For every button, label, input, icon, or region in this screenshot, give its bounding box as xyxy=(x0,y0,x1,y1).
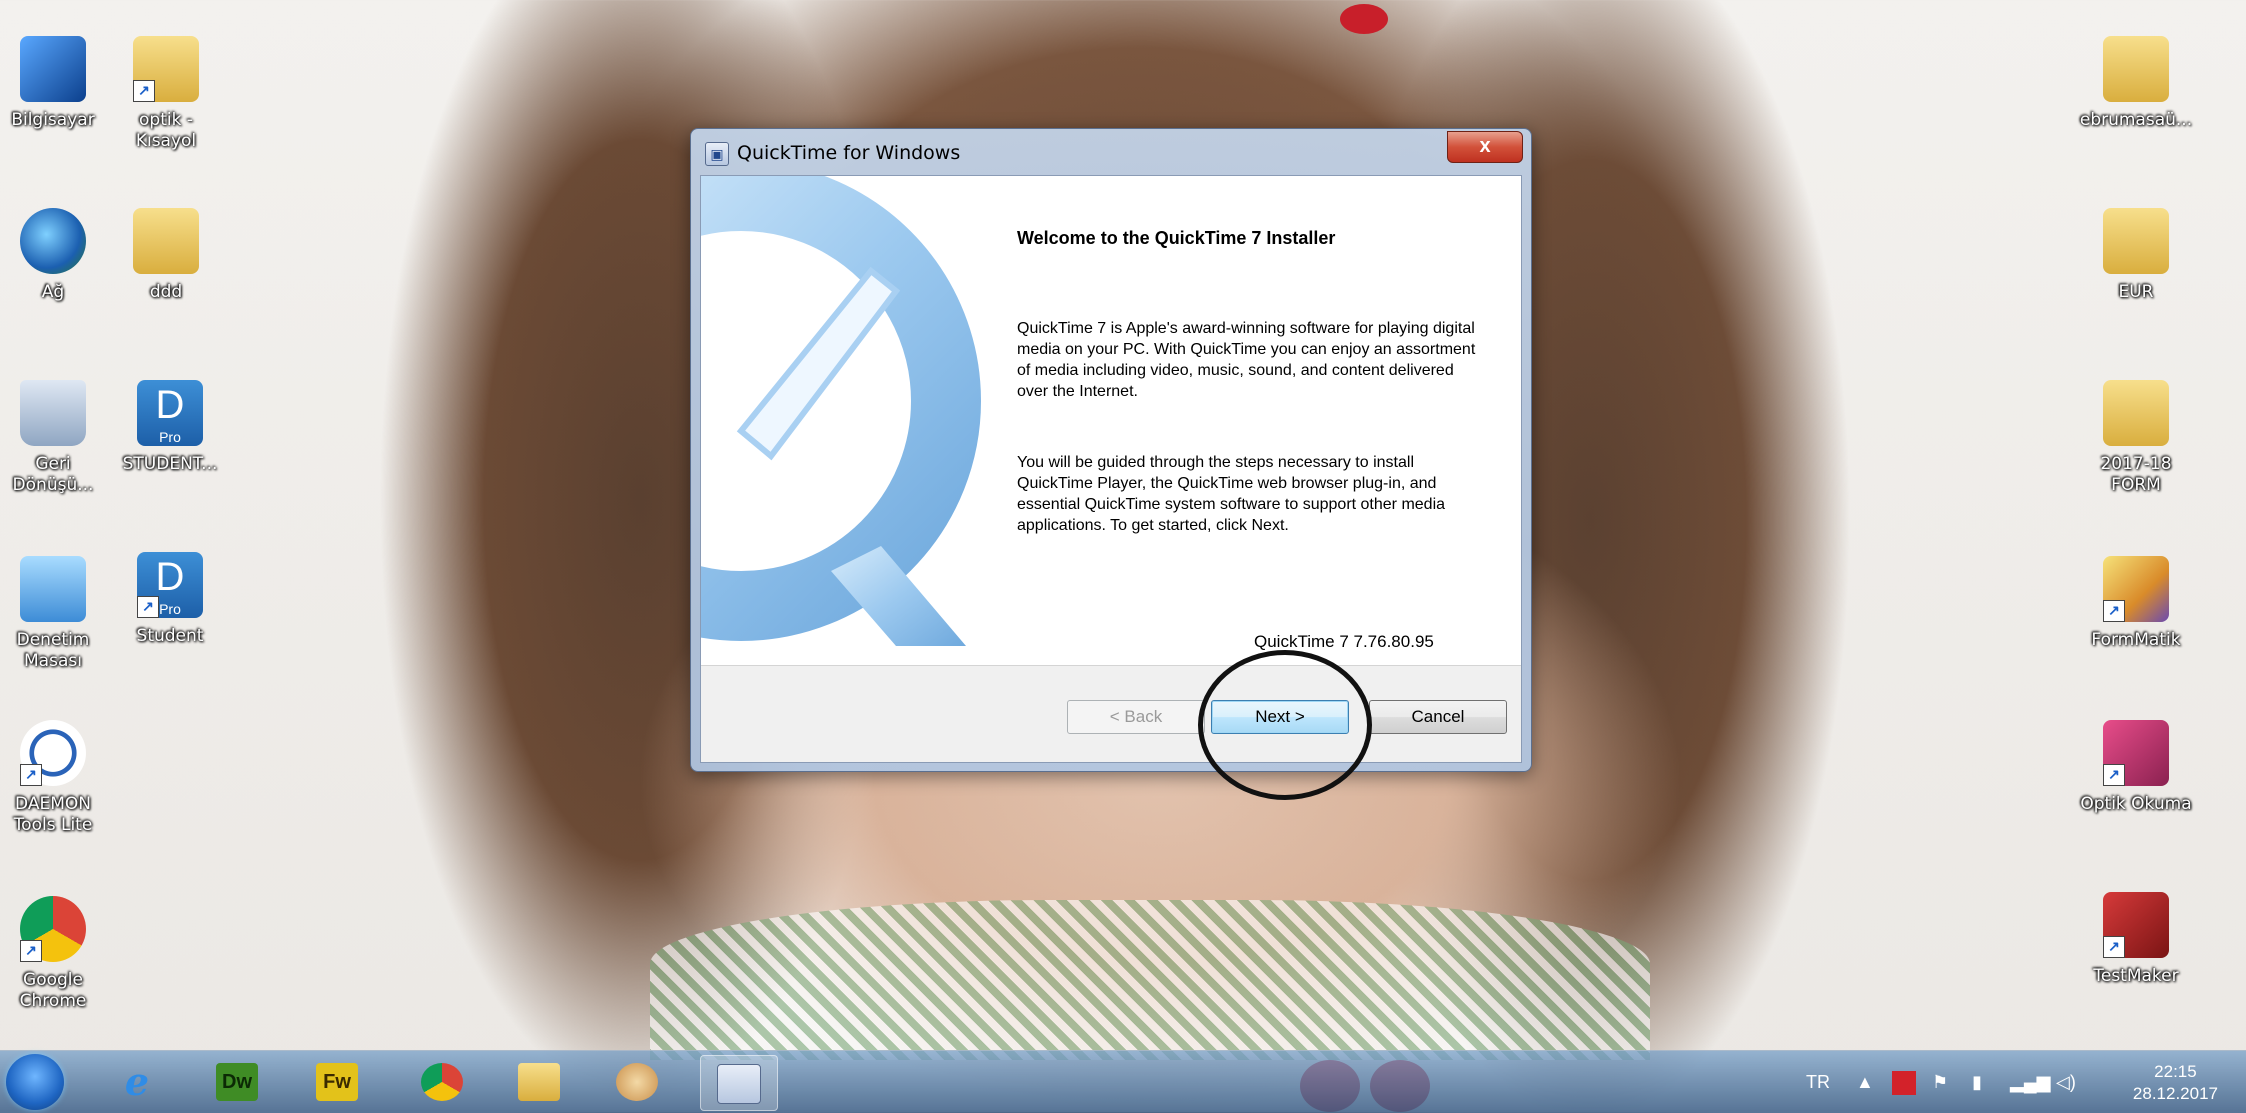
clock-time: 22:15 xyxy=(2154,1062,2197,1081)
action-center-icon[interactable]: ⚑ xyxy=(1932,1051,1948,1113)
power-icon[interactable]: ▮ xyxy=(1972,1051,1982,1113)
chrome-icon: ↗ xyxy=(20,896,86,962)
desktop-icon-control-panel[interactable]: Denetim Masası xyxy=(0,556,113,672)
desktop-icon-network[interactable]: Ağ xyxy=(0,208,113,303)
desktop-icon-recycle-bin[interactable]: Geri Dönüşü... xyxy=(0,380,113,496)
desktop-icon-student[interactable]: D Pro ↗ Student xyxy=(110,552,230,647)
taskbar-dreamweaver[interactable]: Dw xyxy=(200,1055,276,1109)
shortcut-arrow-icon: ↗ xyxy=(20,764,42,786)
desktop-icon-student-pro[interactable]: D Pro STUDENT... xyxy=(110,380,230,475)
back-button[interactable]: < Back xyxy=(1067,700,1205,734)
cancel-button[interactable]: Cancel xyxy=(1369,700,1507,734)
desktop-icon-2017-18-form[interactable]: 2017-18 FORM xyxy=(2076,380,2196,496)
network-icon xyxy=(20,208,86,274)
antivirus-icon[interactable] xyxy=(1892,1051,1916,1113)
lightning-icon: ↗ xyxy=(20,720,86,786)
language-indicator[interactable]: TR xyxy=(1806,1051,1830,1113)
installer-content: Welcome to the QuickTime 7 Installer Qui… xyxy=(700,175,1522,763)
button-bar: < Back Next > Cancel xyxy=(701,665,1521,762)
installer-description: QuickTime 7 is Apple's award-winning sof… xyxy=(1017,320,1476,400)
taskbar-file-explorer[interactable] xyxy=(502,1055,578,1109)
folder-icon xyxy=(2103,208,2169,274)
desktop-icon-google-chrome[interactable]: ↗ Google Chrome xyxy=(0,896,113,1012)
paint-palette-icon xyxy=(616,1063,658,1101)
testmaker-icon: ↗ xyxy=(2103,892,2169,958)
network-signal-icon[interactable]: ▂▄▆ xyxy=(2010,1051,2050,1113)
folder-icon xyxy=(518,1063,560,1101)
taskbar-paint[interactable] xyxy=(600,1055,676,1109)
shortcut-arrow-icon: ↗ xyxy=(137,596,159,618)
shortcut-arrow-icon: ↗ xyxy=(2103,764,2125,786)
desktop-icon-ddd[interactable]: ddd xyxy=(106,208,226,303)
desktop-icon-optik-shortcut[interactable]: ↗ optik - Kısayol xyxy=(106,36,226,152)
desktop-icon-eur[interactable]: EUR xyxy=(2076,208,2196,303)
installer-instructions: You will be guided through the steps nec… xyxy=(1017,454,1446,534)
desktop-icon-testmaker[interactable]: ↗ TestMaker xyxy=(2076,892,2196,987)
recycle-bin-icon xyxy=(20,380,86,446)
formmatik-icon: ↗ xyxy=(2103,556,2169,622)
dyknow-pro-icon: D Pro ↗ xyxy=(137,552,203,618)
installer-icon xyxy=(717,1064,761,1104)
clock[interactable]: 22:15 28.12.2017 xyxy=(2133,1061,2218,1105)
shortcut-arrow-icon: ↗ xyxy=(133,80,155,102)
taskbar-quicktime-installer[interactable] xyxy=(700,1055,778,1111)
window-titlebar[interactable]: ▣ QuickTime for Windows x xyxy=(691,129,1531,175)
installer-heading: Welcome to the QuickTime 7 Installer xyxy=(1017,228,1336,248)
taskbar-internet-explorer[interactable]: e xyxy=(100,1055,176,1109)
quicktime-logo-icon xyxy=(701,176,981,646)
desktop-icon-optik-okuma[interactable]: ↗ Optik Okuma xyxy=(2076,720,2196,815)
dyknow-pro-icon: D Pro xyxy=(137,380,203,446)
wallpaper-hair-bow xyxy=(1340,4,1388,34)
version-label: QuickTime 7 7.76.80.95 xyxy=(1254,632,1434,651)
taskbar-chrome[interactable] xyxy=(405,1055,481,1109)
folder-icon xyxy=(2103,36,2169,102)
desktop-icon-computer[interactable]: Bilgisayar xyxy=(0,36,113,131)
volume-icon[interactable]: ◁) xyxy=(2056,1051,2076,1113)
internet-explorer-icon: e xyxy=(124,1059,150,1104)
taskbar-fireworks[interactable]: Fw xyxy=(300,1055,376,1109)
desktop-icon-formmatik[interactable]: ↗ FormMatik xyxy=(2076,556,2196,651)
shortcut-arrow-icon: ↗ xyxy=(2103,600,2125,622)
show-hidden-icons-button[interactable]: ▲ xyxy=(1856,1051,1874,1113)
close-button[interactable]: x xyxy=(1447,131,1523,163)
desktop-icon-daemon-tools[interactable]: ↗ DAEMON Tools Lite xyxy=(0,720,113,836)
fireworks-icon: Fw xyxy=(316,1063,358,1101)
next-button-highlight xyxy=(1198,650,1372,800)
wallpaper-dress xyxy=(650,900,1650,1060)
start-button[interactable] xyxy=(6,1054,64,1110)
chrome-icon xyxy=(421,1063,463,1101)
dreamweaver-icon: Dw xyxy=(216,1063,258,1101)
folder-icon: ↗ xyxy=(133,36,199,102)
folder-icon xyxy=(133,208,199,274)
shortcut-arrow-icon: ↗ xyxy=(20,940,42,962)
taskbar: e Dw Fw TR ▲ ⚑ ▮ ▂▄▆ ◁) 22:15 28.12.2017 xyxy=(0,1050,2246,1113)
installer-icon: ▣ xyxy=(705,142,729,166)
control-panel-icon xyxy=(20,556,86,622)
quicktime-installer-window[interactable]: ▣ QuickTime for Windows x Welcome to the… xyxy=(690,128,1532,772)
shortcut-arrow-icon: ↗ xyxy=(2103,936,2125,958)
optik-okuma-icon: ↗ xyxy=(2103,720,2169,786)
window-title: QuickTime for Windows xyxy=(737,142,961,164)
desktop-icon-ebrumasau[interactable]: ebrumasaü... xyxy=(2076,36,2196,131)
folder-icon xyxy=(2103,380,2169,446)
computer-icon xyxy=(20,36,86,102)
clock-date: 28.12.2017 xyxy=(2132,1084,2218,1103)
